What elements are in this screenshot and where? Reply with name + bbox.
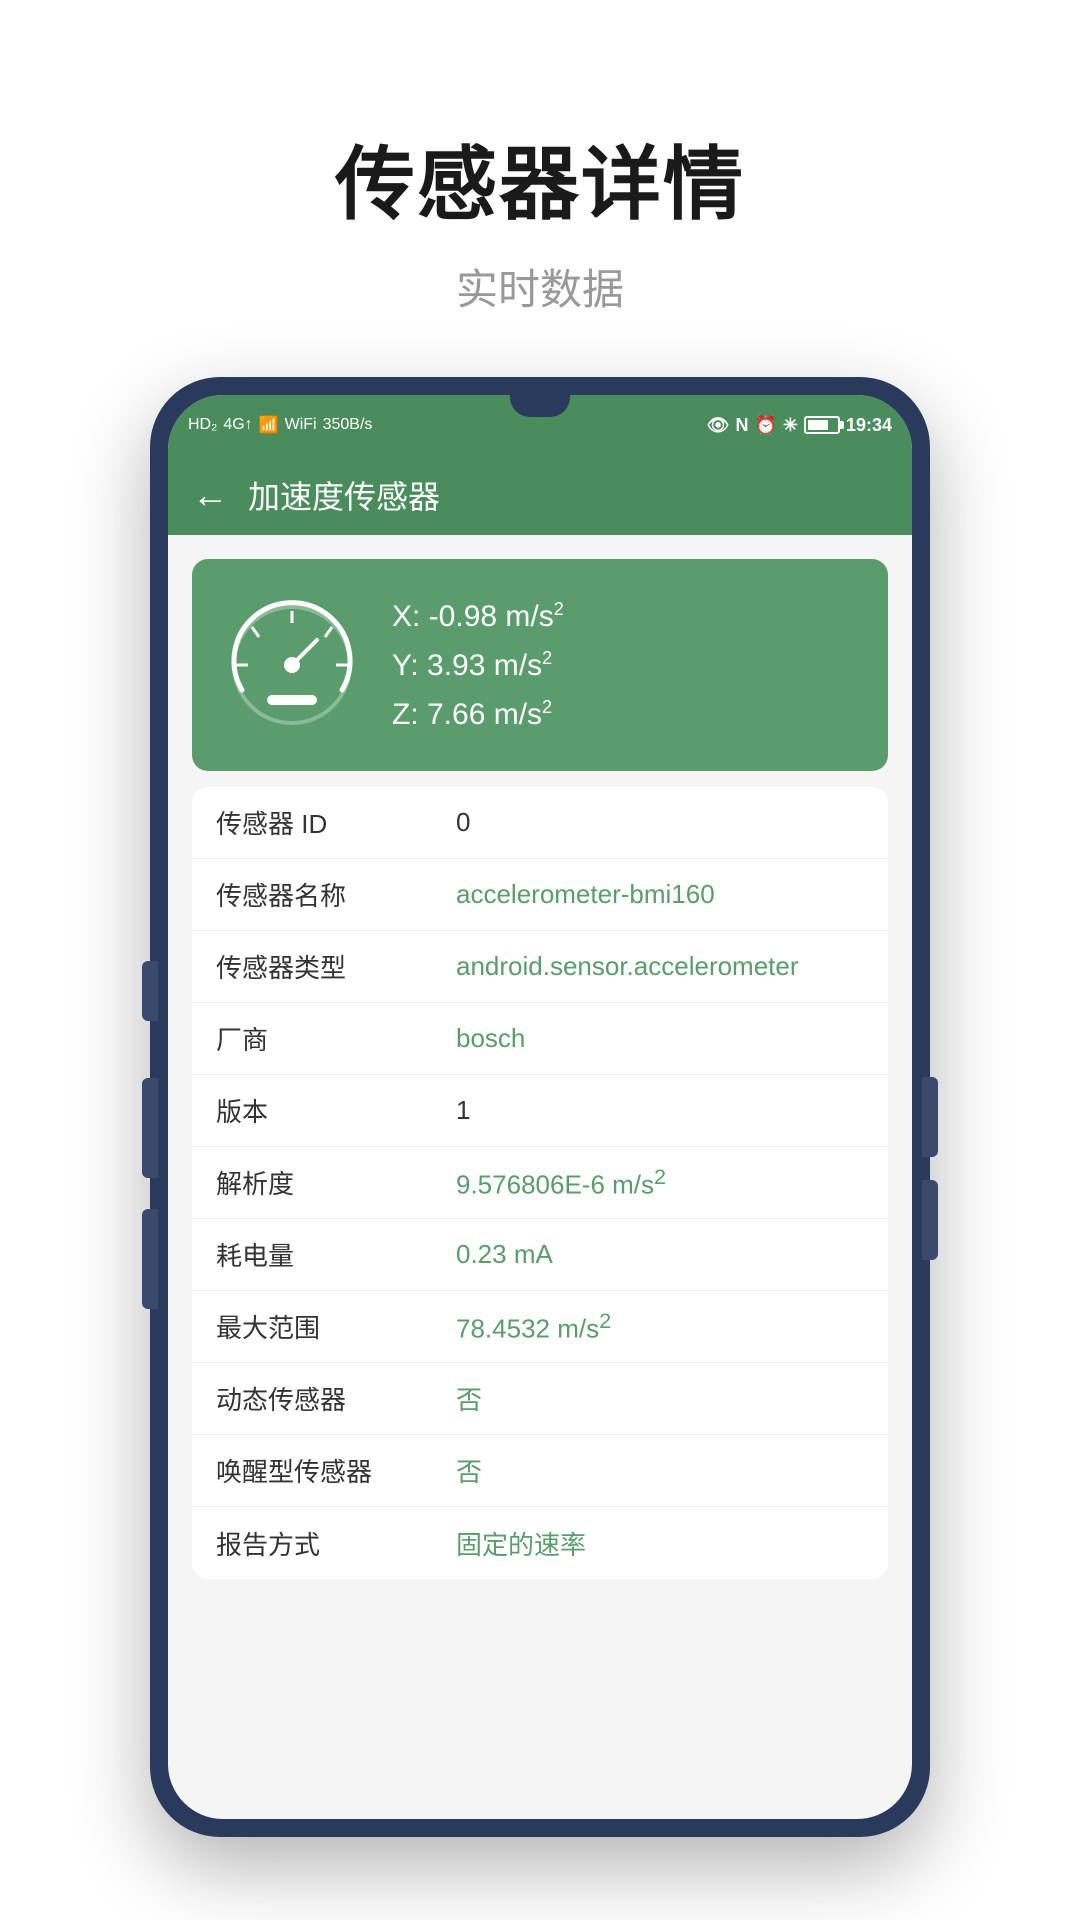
volume-up-button[interactable] xyxy=(142,961,158,1021)
detail-value-3: bosch xyxy=(456,1023,864,1054)
phone-notch xyxy=(510,395,570,417)
x-value: X: -0.98 m/s2 xyxy=(392,599,858,634)
detail-value-10: 固定的速率 xyxy=(456,1525,864,1562)
detail-label-10: 报告方式 xyxy=(216,1525,456,1562)
time-display: 19:34 xyxy=(846,415,892,436)
bluetooth-icon: ✳ xyxy=(783,415,798,436)
detail-value-6: 0.23 mA xyxy=(456,1239,864,1270)
detail-label-6: 耗电量 xyxy=(216,1236,456,1273)
detail-value-1: accelerometer-bmi160 xyxy=(456,879,864,910)
detail-row-2: 传感器类型android.sensor.accelerometer xyxy=(192,931,888,1003)
back-button[interactable]: ← xyxy=(192,474,228,516)
y-value: Y: 3.93 m/s2 xyxy=(392,648,858,683)
alarm-icon: ⏰ xyxy=(754,415,776,436)
page-subtitle: 实时数据 xyxy=(335,256,745,317)
detail-label-1: 传感器名称 xyxy=(216,876,456,913)
app-bar-title: 加速度传感器 xyxy=(248,472,440,518)
detail-label-5: 解析度 xyxy=(216,1164,456,1201)
detail-row-8: 动态传感器否 xyxy=(192,1363,888,1435)
detail-row-3: 厂商bosch xyxy=(192,1003,888,1075)
detail-value-0: 0 xyxy=(456,807,864,838)
wifi-icon: WiFi xyxy=(285,416,317,434)
nfc-icon: N xyxy=(735,415,748,436)
detail-label-9: 唤醒型传感器 xyxy=(216,1452,456,1489)
detail-value-7: 78.4532 m/s2 xyxy=(456,1308,864,1345)
detail-label-0: 传感器 ID xyxy=(216,804,456,841)
app-bar: ← 加速度传感器 xyxy=(168,455,912,535)
detail-row-6: 耗电量0.23 mA xyxy=(192,1219,888,1291)
detail-row-10: 报告方式固定的速率 xyxy=(192,1507,888,1579)
sensor-values: X: -0.98 m/s2 Y: 3.93 m/s2 Z: 7.66 m/s2 xyxy=(392,599,858,732)
detail-row-5: 解析度9.576806E-6 m/s2 xyxy=(192,1147,888,1219)
detail-row-9: 唤醒型传感器否 xyxy=(192,1435,888,1507)
z-value: Z: 7.66 m/s2 xyxy=(392,697,858,732)
battery-icon xyxy=(804,416,840,434)
eye-icon: 👁 xyxy=(707,415,730,436)
power-button[interactable] xyxy=(922,1077,938,1157)
detail-label-4: 版本 xyxy=(216,1092,456,1129)
sensor-card: X: -0.98 m/s2 Y: 3.93 m/s2 Z: 7.66 m/s2 xyxy=(192,559,888,771)
detail-value-4: 1 xyxy=(456,1095,864,1126)
volume-down-button-2[interactable] xyxy=(142,1209,158,1309)
volume-down-button[interactable] xyxy=(142,1078,158,1178)
detail-row-1: 传感器名称accelerometer-bmi160 xyxy=(192,859,888,931)
detail-label-7: 最大范围 xyxy=(216,1308,456,1345)
speedometer-icon xyxy=(222,595,362,735)
detail-row-7: 最大范围78.4532 m/s2 xyxy=(192,1291,888,1363)
hd-indicator: HD₂ xyxy=(188,416,217,434)
detail-value-9: 否 xyxy=(456,1452,864,1489)
speed-indicator: 350B/s xyxy=(323,416,373,434)
details-card: 传感器 ID0传感器名称accelerometer-bmi160传感器类型and… xyxy=(192,787,888,1579)
detail-label-2: 传感器类型 xyxy=(216,948,456,985)
signal-4g: 4G↑ xyxy=(223,416,252,434)
detail-label-3: 厂商 xyxy=(216,1020,456,1057)
phone-frame: HD₂ 4G↑ 📶 WiFi 350B/s 👁 N ⏰ ✳ 19:34 ← 加速… xyxy=(150,377,930,1837)
detail-label-8: 动态传感器 xyxy=(216,1380,456,1417)
detail-row-0: 传感器 ID0 xyxy=(192,787,888,859)
phone-screen: HD₂ 4G↑ 📶 WiFi 350B/s 👁 N ⏰ ✳ 19:34 ← 加速… xyxy=(168,395,912,1819)
detail-value-5: 9.576806E-6 m/s2 xyxy=(456,1164,864,1201)
page-title: 传感器详情 xyxy=(335,120,745,236)
power-button-2[interactable] xyxy=(922,1180,938,1260)
detail-value-2: android.sensor.accelerometer xyxy=(456,951,864,982)
detail-value-8: 否 xyxy=(456,1380,864,1417)
signal-bars: 📶 xyxy=(259,415,279,435)
status-right: 👁 N ⏰ ✳ 19:34 xyxy=(707,415,892,436)
detail-row-4: 版本1 xyxy=(192,1075,888,1147)
status-left: HD₂ 4G↑ 📶 WiFi 350B/s xyxy=(188,415,372,435)
page-header: 传感器详情 实时数据 xyxy=(335,120,745,317)
